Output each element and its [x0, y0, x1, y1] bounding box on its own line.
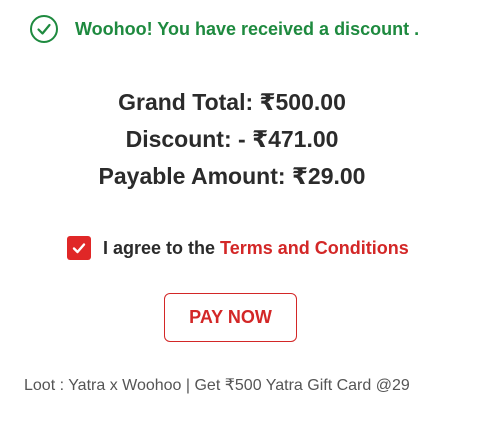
order-summary: Grand Total: ₹500.00 Discount: - ₹471.00… — [0, 84, 464, 195]
grand-total: Grand Total: ₹500.00 — [118, 89, 346, 115]
terms-agreement: I agree to the Terms and Conditions — [67, 234, 409, 262]
payable-amount: Payable Amount: ₹29.00 — [98, 163, 366, 189]
checkmark-icon — [72, 243, 86, 254]
offer-description: Loot : Yatra x Woohoo | Get ₹500 Yatra G… — [24, 377, 410, 394]
discount-success-banner: Woohoo! You have received a discount . — [29, 13, 419, 45]
discount-success-message: Woohoo! You have received a discount . — [75, 18, 420, 39]
discount-amount: Discount: - ₹471.00 — [125, 126, 339, 152]
terms-checkbox[interactable] — [67, 236, 91, 260]
terms-agreement-label: I agree to the Terms and Conditions — [103, 238, 409, 259]
terms-and-conditions-link[interactable]: Terms and Conditions — [220, 238, 409, 258]
pay-now-button[interactable]: PAY NOW — [164, 293, 297, 342]
check-circle-icon — [29, 14, 75, 44]
terms-agreement-prefix: I agree to the — [103, 237, 221, 258]
